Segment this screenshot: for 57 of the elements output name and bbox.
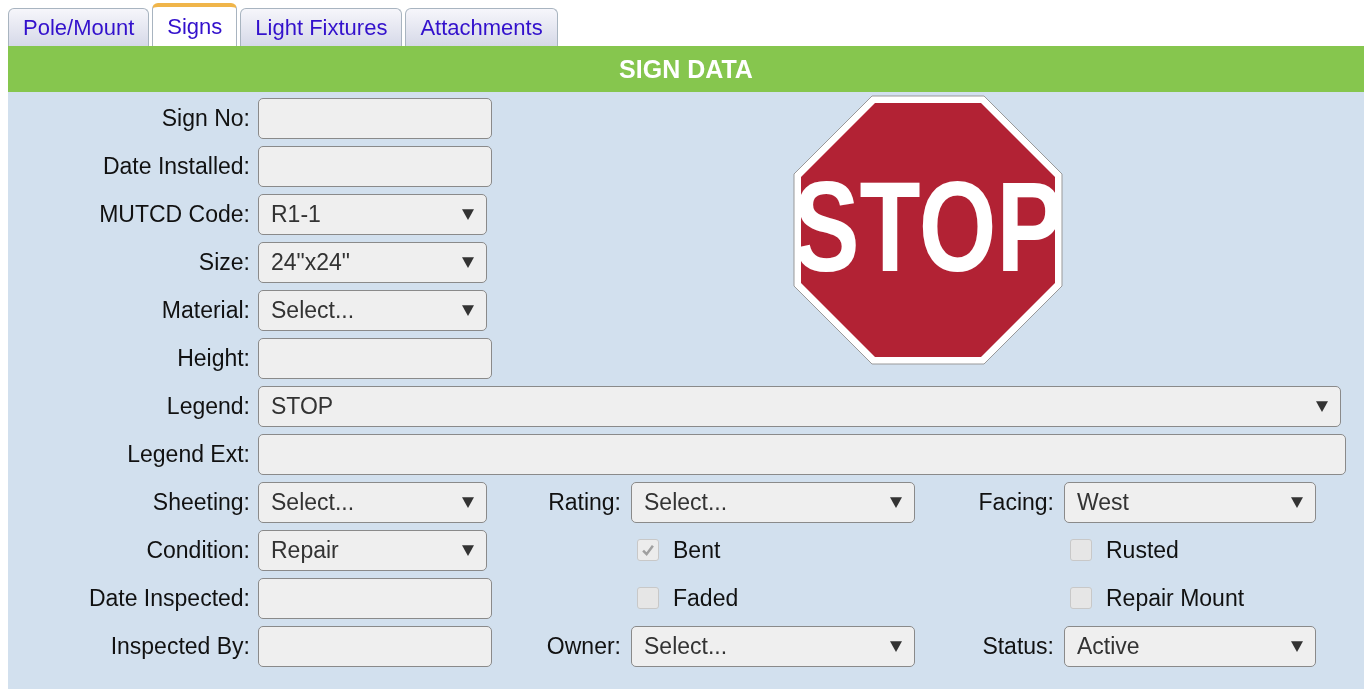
tab[interactable]: Pole/Mount <box>8 8 150 46</box>
select-field[interactable]: 24"x24" <box>258 241 487 283</box>
input-field[interactable] <box>258 337 492 379</box>
select-field[interactable]: Repair <box>258 529 487 571</box>
field-label: Sign No: <box>160 104 251 132</box>
input-field[interactable] <box>258 625 492 667</box>
input-field[interactable] <box>258 433 1346 475</box>
select-field[interactable]: West <box>1064 481 1316 523</box>
caret-icon <box>1291 496 1303 508</box>
checkbox-label: Faded <box>673 584 739 612</box>
tab[interactable]: Attachments <box>405 8 558 46</box>
caret-icon <box>462 208 474 220</box>
select-field[interactable]: Select... <box>631 481 915 523</box>
field-label: Size: <box>197 248 251 276</box>
caret-icon <box>1291 640 1303 652</box>
field-label: Owner: <box>545 632 622 660</box>
checkbox-label: Repair Mount <box>1106 584 1245 612</box>
field-label: Date Installed: <box>101 152 251 180</box>
caret-icon <box>462 496 474 508</box>
field-label: Rating: <box>547 488 622 516</box>
field-label: MUTCD Code: <box>98 200 251 228</box>
field-label: Sheeting: <box>151 488 251 516</box>
panel-header: SIGN DATA <box>8 46 1364 92</box>
select-field[interactable]: Select... <box>258 481 487 523</box>
check-icon <box>641 543 655 557</box>
field-label: Status: <box>981 632 1055 660</box>
field-label: Inspected By: <box>109 632 251 660</box>
checkbox[interactable] <box>1070 587 1092 609</box>
select-field[interactable]: Active <box>1064 625 1316 667</box>
checkbox[interactable] <box>1070 539 1092 561</box>
checkbox-label: Rusted <box>1106 536 1179 564</box>
field-label: Condition: <box>145 536 251 564</box>
select-field[interactable]: R1-1 <box>258 193 487 235</box>
checkbox[interactable] <box>637 539 659 561</box>
field-label: Facing: <box>977 488 1055 516</box>
checkbox[interactable] <box>637 587 659 609</box>
caret-icon <box>1316 400 1328 412</box>
input-field[interactable] <box>258 97 492 139</box>
checkbox-label: Bent <box>673 536 721 564</box>
field-label: Legend Ext: <box>126 440 251 468</box>
field-label: Height: <box>176 344 251 372</box>
sign-legend-text: STOP <box>793 163 1063 292</box>
select-field[interactable]: STOP <box>258 385 1341 427</box>
field-label: Legend: <box>165 392 251 420</box>
caret-icon <box>890 640 902 652</box>
select-field[interactable]: Select... <box>631 625 915 667</box>
field-label: Material: <box>160 296 251 324</box>
tab[interactable]: Light Fixtures <box>240 8 403 46</box>
caret-icon <box>890 496 902 508</box>
select-field[interactable]: Select... <box>258 289 487 331</box>
caret-icon <box>462 256 474 268</box>
caret-icon <box>462 544 474 556</box>
tab[interactable]: Signs <box>152 3 238 46</box>
input-field[interactable] <box>258 145 492 187</box>
field-label: Date Inspected: <box>87 584 251 612</box>
input-field[interactable] <box>258 577 492 619</box>
caret-icon <box>462 304 474 316</box>
